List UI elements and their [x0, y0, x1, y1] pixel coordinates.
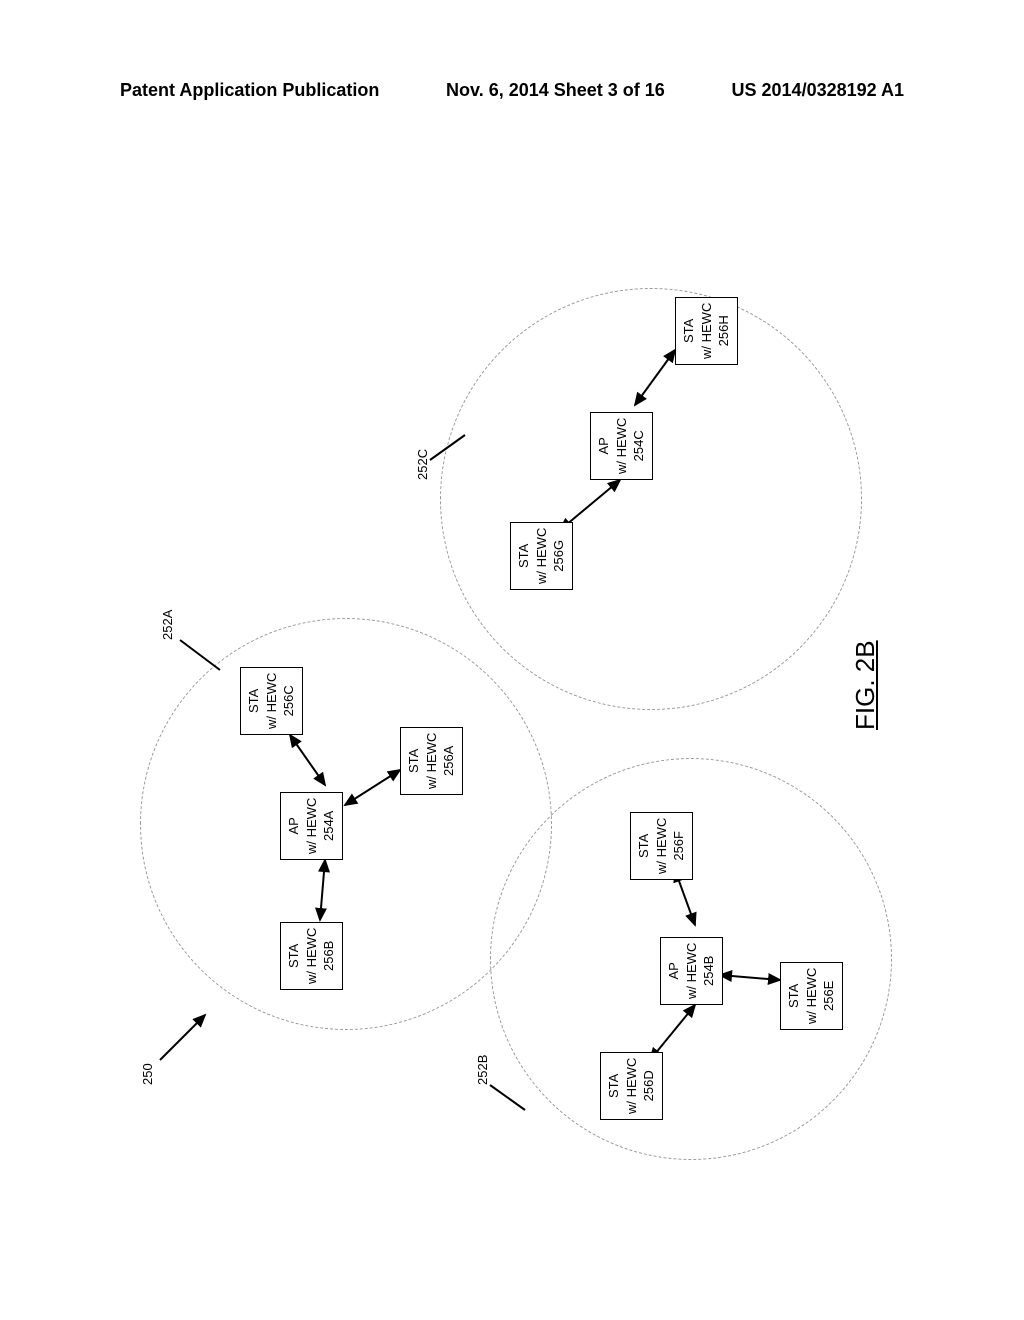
sta-256d: STA w/ HEWC 256D	[600, 1052, 663, 1120]
sta-256a-l3: 256A	[441, 746, 456, 776]
header-left: Patent Application Publication	[120, 80, 379, 101]
ap-254a-l3: 254A	[321, 811, 336, 841]
rotated-canvas: 250 252A 252B 252C AP w/ HEWC 254A STA w…	[120, 180, 900, 1180]
sta-256d-l2: w/ HEWC	[624, 1058, 639, 1114]
sta-256f-l1: STA	[636, 834, 651, 858]
ap-254c: AP w/ HEWC 254C	[590, 412, 653, 480]
ap-254a-l2: w/ HEWC	[304, 798, 319, 854]
sta-256f-l2: w/ HEWC	[654, 818, 669, 874]
sta-256f: STA w/ HEWC 256F	[630, 812, 693, 880]
sta-256e: STA w/ HEWC 256E	[780, 962, 843, 1030]
sta-256a: STA w/ HEWC 256A	[400, 727, 463, 795]
sta-256c-l3: 256C	[281, 685, 296, 716]
figure-caption: FIG. 2B	[850, 640, 881, 730]
ap-254a: AP w/ HEWC 254A	[280, 792, 343, 860]
sta-256h-l2: w/ HEWC	[699, 303, 714, 359]
header-right: US 2014/0328192 A1	[732, 80, 904, 101]
sta-256d-l3: 256D	[641, 1070, 656, 1101]
ap-254b-l1: AP	[666, 962, 681, 979]
sta-256d-l1: STA	[606, 1074, 621, 1098]
sta-256h: STA w/ HEWC 256H	[675, 297, 738, 365]
sta-256b-l1: STA	[286, 944, 301, 968]
sta-256b-l3: 256B	[321, 941, 336, 971]
sta-256g-l3: 256G	[551, 540, 566, 572]
sta-256g-l2: w/ HEWC	[534, 528, 549, 584]
sta-256g-l1: STA	[516, 544, 531, 568]
ap-254c-l1: AP	[596, 437, 611, 454]
ap-254a-l1: AP	[286, 817, 301, 834]
sta-256h-l3: 256H	[716, 315, 731, 346]
sta-256c-l1: STA	[246, 689, 261, 713]
sta-256h-l1: STA	[681, 319, 696, 343]
sta-256b-l2: w/ HEWC	[304, 928, 319, 984]
sta-256g: STA w/ HEWC 256G	[510, 522, 573, 590]
sta-256a-l1: STA	[406, 749, 421, 773]
sta-256e-l1: STA	[786, 984, 801, 1008]
label-250: 250	[140, 1063, 155, 1085]
sta-256f-l3: 256F	[671, 831, 686, 861]
arrows	[120, 180, 900, 1180]
header-mid: Nov. 6, 2014 Sheet 3 of 16	[446, 80, 665, 101]
page-header: Patent Application Publication Nov. 6, 2…	[0, 80, 1024, 101]
label-252c: 252C	[415, 449, 430, 480]
label-252a: 252A	[160, 610, 175, 640]
ap-254b-l2: w/ HEWC	[684, 943, 699, 999]
label-252b: 252B	[475, 1055, 490, 1085]
ap-254b: AP w/ HEWC 254B	[660, 937, 723, 1005]
ap-254c-l3: 254C	[631, 430, 646, 461]
sta-256c: STA w/ HEWC 256C	[240, 667, 303, 735]
sta-256e-l2: w/ HEWC	[804, 968, 819, 1024]
ap-254b-l3: 254B	[701, 956, 716, 986]
figure-area: 250 252A 252B 252C AP w/ HEWC 254A STA w…	[120, 180, 900, 1180]
sta-256a-l2: w/ HEWC	[424, 733, 439, 789]
ap-254c-l2: w/ HEWC	[614, 418, 629, 474]
page: Patent Application Publication Nov. 6, 2…	[0, 0, 1024, 1320]
sta-256b: STA w/ HEWC 256B	[280, 922, 343, 990]
sta-256e-l3: 256E	[821, 981, 836, 1011]
sta-256c-l2: w/ HEWC	[264, 673, 279, 729]
